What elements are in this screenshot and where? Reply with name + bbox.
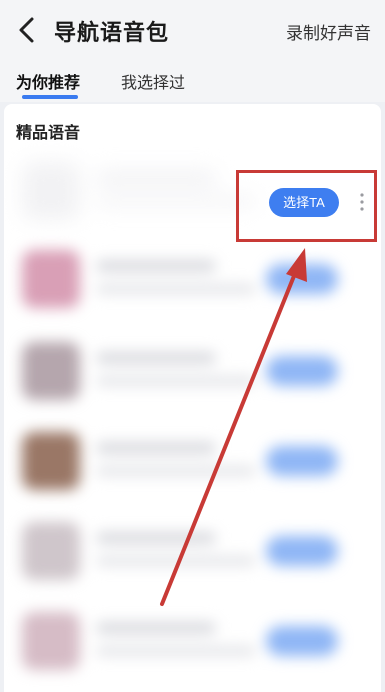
voice-item-blurred[interactable] [4, 600, 381, 686]
voice-desc-placeholder [96, 556, 256, 566]
voice-name-placeholder [96, 260, 216, 272]
tab-selected-before[interactable]: 我选择过 [121, 69, 185, 93]
voice-name-placeholder [96, 352, 216, 364]
voice-desc-placeholder [96, 646, 256, 656]
chevron-left-icon[interactable] [14, 16, 40, 44]
voice-name-placeholder [96, 442, 216, 454]
avatar [22, 342, 80, 400]
select-button-blurred[interactable] [266, 356, 338, 386]
avatar [22, 612, 80, 670]
voice-name-placeholder [96, 532, 216, 544]
voice-name-placeholder [96, 622, 216, 634]
voice-item-blurred[interactable] [4, 330, 381, 416]
tab-recommended[interactable]: 为你推荐 [16, 69, 80, 93]
header-bar: 导航语音包 录制好声音 [0, 0, 385, 60]
record-voice-link[interactable]: 录制好声音 [286, 19, 371, 44]
voice-desc-placeholder [96, 196, 256, 206]
voice-desc-placeholder [96, 284, 256, 294]
voice-name-placeholder [96, 172, 216, 184]
avatar [22, 162, 80, 220]
select-button-blurred[interactable] [266, 626, 338, 656]
tab-bar: 为你推荐 我选择过 [0, 60, 385, 102]
voice-item-blurred[interactable] [4, 510, 381, 596]
voice-desc-placeholder [96, 376, 256, 386]
page-title: 导航语音包 [54, 21, 170, 46]
active-tab-indicator [22, 95, 78, 99]
voice-item-blurred[interactable] [4, 238, 381, 324]
select-button-blurred[interactable] [266, 446, 338, 476]
avatar [22, 432, 80, 490]
avatar [22, 522, 80, 580]
select-button-blurred[interactable] [266, 536, 338, 566]
annotation-highlight-box [236, 170, 377, 242]
select-button-blurred[interactable] [266, 264, 338, 294]
voice-desc-placeholder [96, 466, 256, 476]
avatar [22, 250, 80, 308]
section-title: 精品语音 [16, 123, 81, 142]
voice-item-blurred[interactable] [4, 420, 381, 506]
